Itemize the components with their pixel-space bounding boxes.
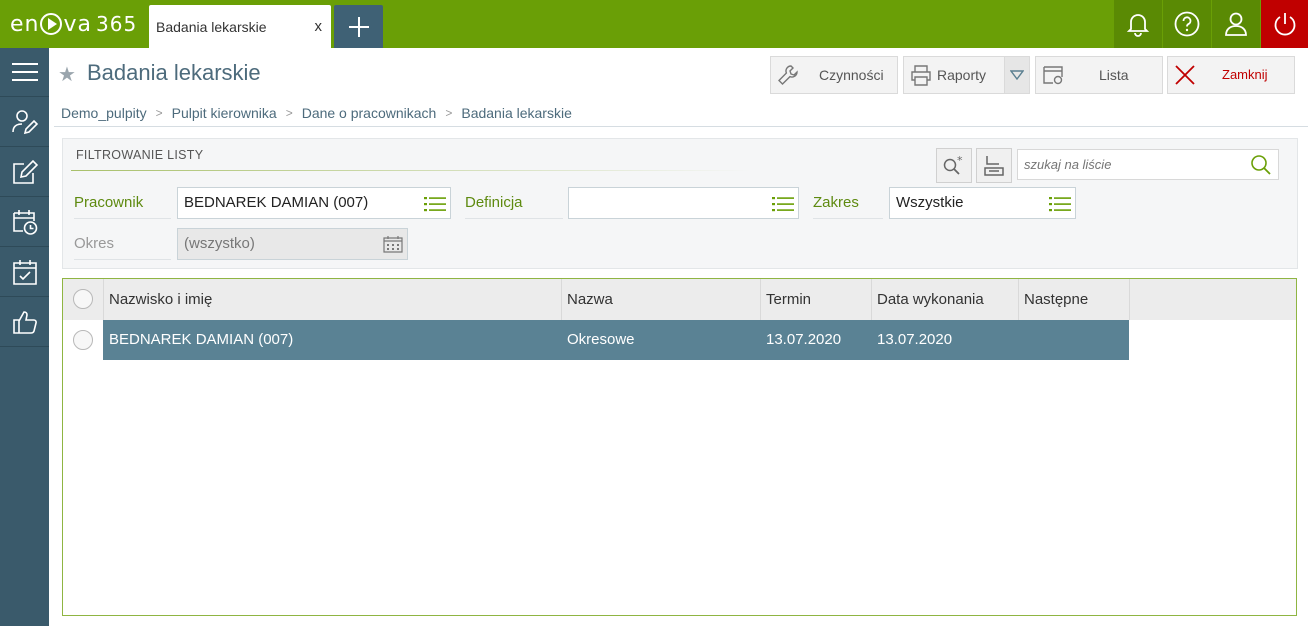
cell-data-wykonania: 13.07.2020	[877, 331, 953, 348]
row-select-radio[interactable]	[73, 330, 93, 350]
filter-settings-icon	[984, 155, 1004, 176]
czynnosci-label: Czynności	[819, 67, 884, 83]
sidebar-item-edit[interactable]	[0, 147, 49, 197]
definicja-label: Definicja	[465, 188, 563, 219]
chevron-right-icon: >	[155, 106, 163, 120]
search-input[interactable]	[1018, 150, 1243, 179]
logo-number: 365	[96, 12, 138, 36]
calendar-clock-icon	[12, 209, 37, 235]
lista-button[interactable]: Lista	[1035, 56, 1163, 94]
help-icon	[1174, 11, 1200, 37]
breadcrumb-item-dane-o-pracownikach[interactable]: Dane o pracownikach	[302, 105, 437, 121]
chevron-right-icon: >	[445, 106, 453, 120]
breadcrumb-item-badania-lekarskie: Badania lekarskie	[461, 105, 572, 121]
cell-nazwisko: BEDNAREK DAMIAN (007)	[109, 331, 294, 348]
search-icon[interactable]	[1250, 154, 1272, 176]
zamknij-button[interactable]: Zamknij	[1167, 56, 1295, 94]
user-button[interactable]	[1211, 0, 1260, 48]
select-all-radio[interactable]	[73, 289, 93, 309]
logout-button[interactable]	[1260, 0, 1308, 48]
page-title: Badania lekarskie	[87, 60, 261, 85]
help-button[interactable]	[1162, 0, 1211, 48]
close-x-icon	[1175, 65, 1195, 85]
column-header-data-wykonania[interactable]: Data wykonania	[872, 279, 1019, 320]
lista-label: Lista	[1099, 67, 1129, 83]
user-edit-icon	[11, 109, 38, 134]
cell-termin: 13.07.2020	[766, 331, 842, 348]
tab-badania-lekarskie[interactable]: Badania lekarskie x	[149, 5, 331, 48]
power-icon	[1274, 13, 1295, 36]
sidebar-item-schedule[interactable]	[0, 197, 49, 247]
calendar-check-icon	[12, 259, 37, 285]
list-icon[interactable]	[1049, 196, 1071, 212]
sidebar-item-employee[interactable]	[0, 97, 49, 147]
tab-close-button[interactable]: x	[315, 18, 323, 35]
search-box[interactable]	[1017, 149, 1279, 180]
okres-field[interactable]: (wszystko)	[177, 228, 408, 260]
logo-text-2: va	[63, 11, 92, 37]
favorite-star-icon[interactable]: ★	[58, 62, 76, 87]
okres-label: Okres	[74, 229, 171, 260]
filter-panel: FILTROWANIE LISTY * Pracownik BEDNAREK D…	[62, 138, 1298, 269]
zakres-field[interactable]: Wszystkie	[889, 187, 1076, 219]
pracownik-label: Pracownik	[74, 188, 171, 219]
data-grid: Nazwisko i imię Nazwa Termin Data wykona…	[62, 278, 1297, 616]
sidebar-item-approve[interactable]	[0, 297, 49, 347]
search-star-icon: *	[943, 155, 963, 175]
raporty-button[interactable]: Raporty	[903, 56, 1005, 94]
notifications-button[interactable]	[1113, 0, 1162, 48]
column-header-nazwisko[interactable]: Nazwisko i imię	[104, 279, 562, 320]
calendar-icon[interactable]	[383, 235, 403, 253]
svg-text:*: *	[957, 155, 963, 167]
column-header-nazwa[interactable]: Nazwa	[562, 279, 761, 320]
filter-title: FILTROWANIE LISTY	[76, 148, 204, 162]
table-row[interactable]: BEDNAREK DAMIAN (007) Okresowe 13.07.202…	[103, 320, 1129, 360]
zakres-value: Wszystkie	[896, 194, 964, 211]
sidebar-menu-button[interactable]	[0, 48, 49, 97]
column-header-nastepne[interactable]: Następne	[1019, 279, 1130, 320]
breadcrumb: Demo_pulpity > Pulpit kierownika > Dane …	[61, 105, 572, 121]
edit-icon	[12, 159, 38, 184]
pracownik-field[interactable]: BEDNAREK DAMIAN (007)	[177, 187, 451, 219]
bell-icon	[1126, 14, 1150, 37]
grid-header: Nazwisko i imię Nazwa Termin Data wykona…	[63, 279, 1296, 320]
logo-play-icon	[40, 13, 63, 35]
tab-label: Badania lekarskie	[156, 19, 267, 35]
menu-icon	[11, 63, 38, 81]
user-icon	[1225, 12, 1247, 36]
filter-config-button[interactable]	[976, 148, 1012, 183]
printer-icon	[911, 65, 931, 86]
top-bar: en va 365 Badania lekarskie x	[0, 0, 1308, 48]
okres-value: (wszystko)	[184, 235, 255, 252]
sidebar-item-calendar[interactable]	[0, 247, 49, 297]
definicja-field[interactable]	[568, 187, 799, 219]
cell-nazwa: Okresowe	[567, 331, 635, 348]
cell-nastepne	[1018, 320, 1129, 360]
triangle-down-icon	[1010, 70, 1024, 80]
pracownik-value: BEDNAREK DAMIAN (007)	[184, 194, 369, 211]
list-settings-icon	[1043, 66, 1063, 85]
advanced-search-button[interactable]: *	[936, 148, 972, 183]
czynnosci-button[interactable]: Czynności	[770, 56, 898, 94]
list-icon[interactable]	[772, 196, 794, 212]
enova-logo[interactable]: en va 365	[10, 10, 137, 38]
breadcrumb-item-demo-pulpity[interactable]: Demo_pulpity	[61, 105, 147, 121]
add-tab-button[interactable]	[334, 5, 383, 48]
raporty-dropdown-button[interactable]	[1004, 56, 1030, 94]
chevron-right-icon: >	[285, 106, 293, 120]
sidebar	[0, 48, 49, 626]
select-all-cell	[63, 279, 104, 320]
raporty-label: Raporty	[937, 67, 987, 83]
thumbs-up-icon	[12, 310, 37, 334]
column-header-termin[interactable]: Termin	[761, 279, 872, 320]
list-icon[interactable]	[424, 196, 446, 212]
header-divider	[54, 126, 1308, 127]
breadcrumb-item-pulpit-kierownika[interactable]: Pulpit kierownika	[172, 105, 277, 121]
plus-icon	[348, 16, 369, 37]
zamknij-label: Zamknij	[1222, 67, 1268, 82]
filter-title-underline	[71, 170, 751, 171]
logo-text: en	[10, 11, 40, 37]
zakres-label: Zakres	[813, 188, 883, 219]
wrench-icon	[778, 65, 798, 85]
